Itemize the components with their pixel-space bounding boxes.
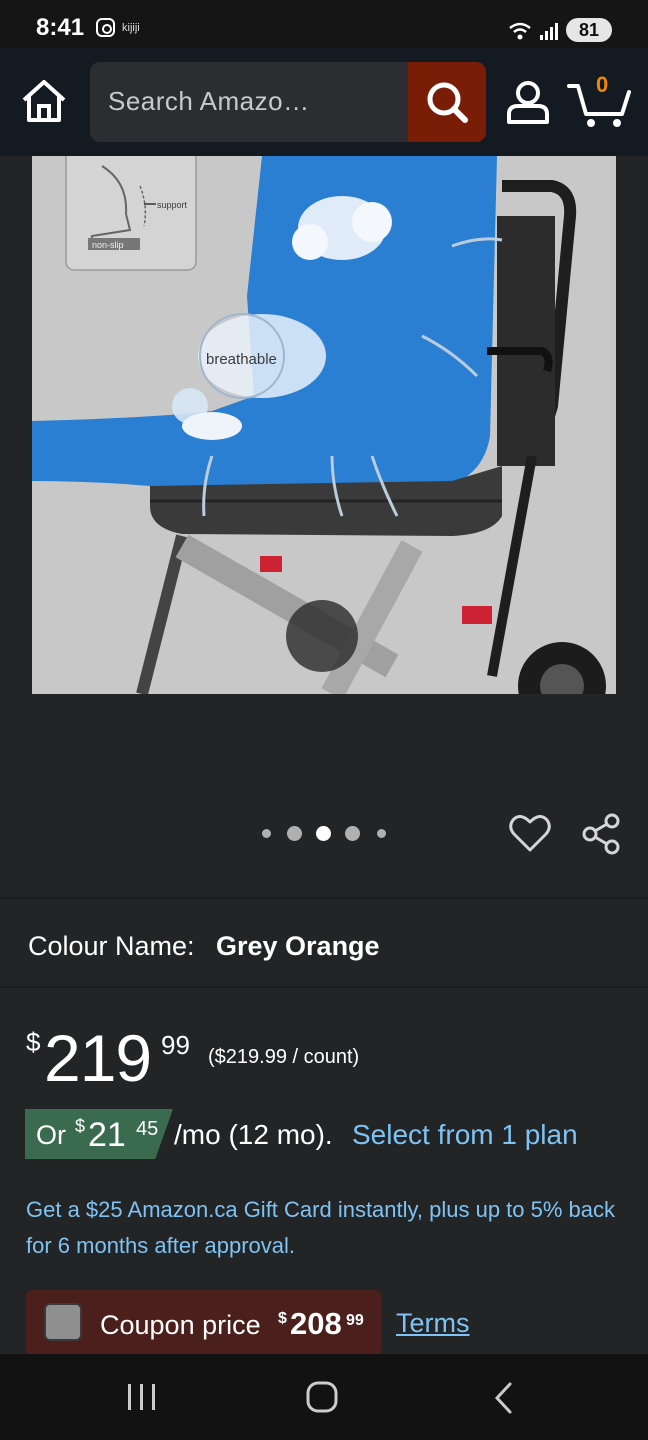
breathable-label: breathable: [206, 351, 277, 368]
select-plan-link[interactable]: Select from 1 plan: [352, 1119, 578, 1151]
coupon-currency: $: [278, 1310, 287, 1327]
signal-icon: [509, 22, 558, 40]
product-image[interactable]: support non-slip breathable: [32, 156, 616, 694]
home-nav-icon[interactable]: [306, 1381, 338, 1413]
search-placeholder: Search Amazo…: [108, 86, 310, 116]
home-icon[interactable]: [20, 78, 68, 124]
divider: [0, 897, 648, 899]
search-button[interactable]: [408, 62, 486, 142]
gallery-dot[interactable]: [377, 829, 386, 838]
battery-indicator: 81: [566, 18, 612, 42]
coupon-fraction: 99: [346, 1312, 364, 1329]
gallery-dot[interactable]: [262, 829, 271, 838]
monthly-currency: $: [75, 1116, 86, 1136]
gallery-dot[interactable]: [287, 826, 302, 841]
status-time: 8:41: [36, 14, 85, 41]
unit-price: ($219.99 / count): [208, 1046, 360, 1068]
coupon-whole: 208: [290, 1306, 342, 1341]
cart-count: 0: [596, 72, 609, 97]
kijiji-notification-icon: kijiji: [122, 22, 140, 34]
gallery-dot-active[interactable]: [316, 826, 331, 841]
heart-icon[interactable]: [508, 812, 552, 854]
support-label: support: [157, 200, 188, 210]
back-icon[interactable]: [492, 1382, 516, 1414]
instagram-icon: [96, 18, 115, 37]
divider: [0, 986, 648, 988]
account-icon[interactable]: [504, 78, 552, 126]
monthly-fraction: 45: [136, 1118, 159, 1140]
share-icon[interactable]: [580, 812, 624, 856]
colour-name-label: Colour Name:: [28, 931, 195, 961]
coupon-checkbox[interactable]: [44, 1303, 82, 1341]
terms-link[interactable]: Terms: [396, 1308, 470, 1339]
monthly-term: /mo (12 mo).: [174, 1119, 333, 1150]
monthly-or: Or: [36, 1120, 66, 1150]
gift-card-offer-link[interactable]: Get a $25 Amazon.ca Gift Card instantly,…: [26, 1192, 626, 1264]
monthly-whole: 21: [88, 1116, 126, 1154]
coupon-label: Coupon price: [100, 1310, 261, 1340]
recent-apps-icon[interactable]: [126, 1382, 158, 1412]
search-icon: [427, 82, 468, 123]
price-fraction: 99: [161, 1030, 190, 1060]
non-slip-label: non-slip: [92, 240, 124, 250]
price-whole: 219: [44, 1021, 152, 1095]
price-currency: $: [26, 1027, 41, 1057]
colour-name-value[interactable]: Grey Orange: [216, 931, 380, 962]
gallery-dot[interactable]: [345, 826, 360, 841]
